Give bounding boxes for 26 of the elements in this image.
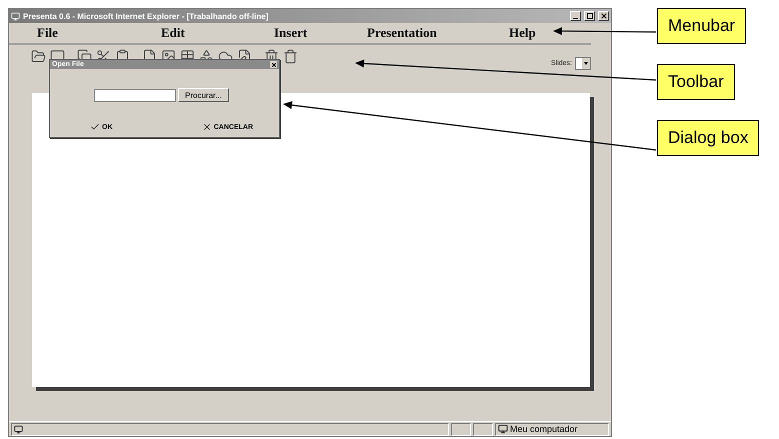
slides-dropdown[interactable] xyxy=(575,57,591,70)
menu-item[interactable]: File xyxy=(37,25,58,41)
cross-icon xyxy=(202,122,212,132)
window-title: Presenta 0.6 - Microsoft Internet Explorer - [Trabalhando off-line] xyxy=(23,12,270,20)
folder-icon[interactable] xyxy=(31,49,46,64)
close-icon xyxy=(600,12,608,20)
menu-item[interactable]: Presentation xyxy=(367,25,437,41)
caret-icon xyxy=(584,62,588,65)
zone-label: Meu computador xyxy=(510,424,578,434)
callout-label: Dialog box xyxy=(657,120,760,156)
maximize-button[interactable] xyxy=(584,11,595,21)
callout-label: Menubar xyxy=(657,8,746,44)
file-path-field[interactable] xyxy=(94,88,176,102)
browse-button[interactable]: Procurar... xyxy=(178,88,229,102)
computer-icon xyxy=(498,424,508,434)
minimize-button[interactable] xyxy=(570,11,581,21)
trash-icon[interactable] xyxy=(283,49,298,64)
menu-item[interactable]: Insert xyxy=(274,25,308,41)
check-icon xyxy=(90,122,100,132)
maximize-icon xyxy=(586,13,592,19)
menu-item[interactable]: Help xyxy=(509,25,536,41)
close-icon xyxy=(270,62,276,68)
close-button[interactable] xyxy=(270,61,277,68)
browser-icon xyxy=(11,12,20,20)
callout-label: Toolbar xyxy=(657,64,735,100)
menu-item[interactable]: Edit xyxy=(161,25,185,41)
